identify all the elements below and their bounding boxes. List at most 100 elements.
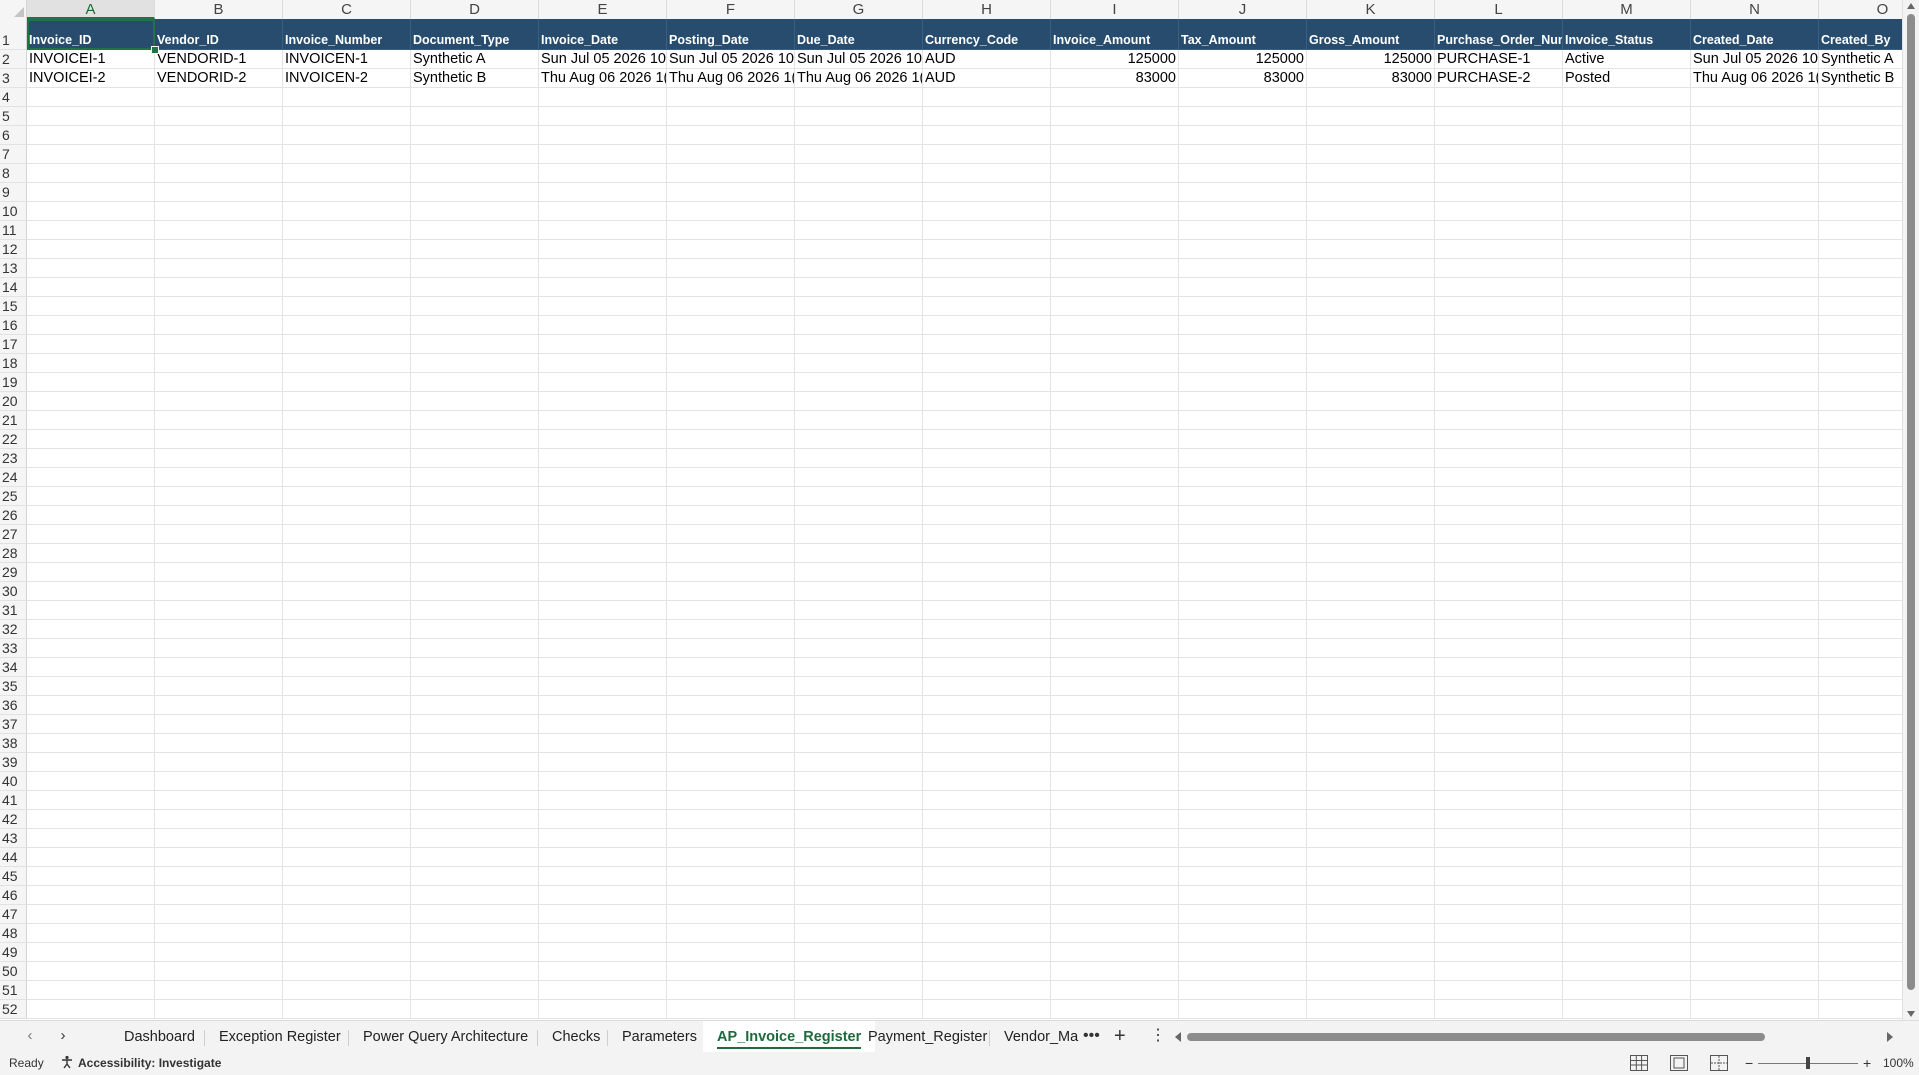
empty-cell[interactable] <box>155 449 283 468</box>
empty-cell[interactable] <box>1051 620 1179 639</box>
empty-cell[interactable] <box>1563 278 1691 297</box>
empty-cell[interactable] <box>1435 715 1563 734</box>
empty-cell[interactable] <box>155 601 283 620</box>
row-header-49[interactable]: 49 <box>0 943 27 962</box>
worksheet-grid[interactable]: ABCDEFGHIJKLMNO 1 2 3 4 5 6 7 8 9 10 11 12 13 14 15 16 1… <box>0 0 1903 1020</box>
data-cell[interactable]: VENDORID-2 <box>155 69 283 88</box>
empty-cell[interactable] <box>1179 430 1307 449</box>
row-header-47[interactable]: 47 <box>0 905 27 924</box>
empty-cell[interactable] <box>155 259 283 278</box>
empty-cell[interactable] <box>1435 107 1563 126</box>
empty-cell[interactable] <box>1051 905 1179 924</box>
empty-cell[interactable] <box>1307 411 1435 430</box>
column-header-a[interactable]: A <box>27 0 155 19</box>
empty-cell[interactable] <box>411 734 539 753</box>
empty-cell[interactable] <box>1435 430 1563 449</box>
empty-cell[interactable] <box>1563 164 1691 183</box>
empty-cell[interactable] <box>1435 905 1563 924</box>
empty-cell[interactable] <box>539 658 667 677</box>
empty-cell[interactable] <box>1819 107 1903 126</box>
sheet-tab-parameters[interactable]: Parameters <box>608 1021 711 1053</box>
empty-cell[interactable] <box>283 696 411 715</box>
empty-cell[interactable] <box>539 544 667 563</box>
empty-cell[interactable] <box>283 810 411 829</box>
empty-cell[interactable] <box>923 88 1051 107</box>
empty-cell[interactable] <box>1819 753 1903 772</box>
column-header-c[interactable]: C <box>283 0 411 19</box>
empty-cell[interactable] <box>1179 164 1307 183</box>
empty-cell[interactable] <box>1179 867 1307 886</box>
empty-cell[interactable] <box>155 753 283 772</box>
empty-cell[interactable] <box>155 848 283 867</box>
empty-cell[interactable] <box>1563 335 1691 354</box>
empty-cell[interactable] <box>1435 373 1563 392</box>
empty-cell[interactable] <box>1691 734 1819 753</box>
empty-cell[interactable] <box>1819 88 1903 107</box>
row-header-7[interactable]: 7 <box>0 145 27 164</box>
empty-cell[interactable] <box>667 506 795 525</box>
row-header-26[interactable]: 26 <box>0 506 27 525</box>
empty-cell[interactable] <box>1307 88 1435 107</box>
empty-cell[interactable] <box>1435 411 1563 430</box>
empty-cell[interactable] <box>1563 107 1691 126</box>
empty-cell[interactable] <box>411 430 539 449</box>
empty-cell[interactable] <box>155 297 283 316</box>
empty-cell[interactable] <box>155 639 283 658</box>
empty-cell[interactable] <box>923 164 1051 183</box>
empty-cell[interactable] <box>1819 715 1903 734</box>
empty-cell[interactable] <box>1179 1000 1307 1019</box>
row-header-3[interactable]: 3 <box>0 69 27 88</box>
empty-cell[interactable] <box>1179 354 1307 373</box>
empty-cell[interactable] <box>1307 525 1435 544</box>
empty-cell[interactable] <box>1179 107 1307 126</box>
empty-cell[interactable] <box>1819 183 1903 202</box>
empty-cell[interactable] <box>923 107 1051 126</box>
empty-cell[interactable] <box>411 962 539 981</box>
empty-cell[interactable] <box>795 506 923 525</box>
empty-cell[interactable] <box>667 1000 795 1019</box>
empty-cell[interactable] <box>155 164 283 183</box>
empty-cell[interactable] <box>1435 582 1563 601</box>
empty-cell[interactable] <box>1563 88 1691 107</box>
empty-cell[interactable] <box>283 658 411 677</box>
empty-cell[interactable] <box>1691 677 1819 696</box>
empty-cell[interactable] <box>539 715 667 734</box>
empty-cell[interactable] <box>1691 449 1819 468</box>
empty-cell[interactable] <box>283 373 411 392</box>
row-header-27[interactable]: 27 <box>0 525 27 544</box>
empty-cell[interactable] <box>539 373 667 392</box>
empty-cell[interactable] <box>1563 810 1691 829</box>
empty-cell[interactable] <box>283 791 411 810</box>
empty-cell[interactable] <box>1691 259 1819 278</box>
empty-cell[interactable] <box>27 164 155 183</box>
empty-cell[interactable] <box>667 696 795 715</box>
empty-cell[interactable] <box>1051 221 1179 240</box>
empty-cell[interactable] <box>923 411 1051 430</box>
row-header-23[interactable]: 23 <box>0 449 27 468</box>
empty-cell[interactable] <box>1691 88 1819 107</box>
empty-cell[interactable] <box>1691 639 1819 658</box>
empty-cell[interactable] <box>1819 487 1903 506</box>
column-header-n[interactable]: N <box>1691 0 1819 19</box>
empty-cell[interactable] <box>1819 563 1903 582</box>
empty-cell[interactable] <box>923 867 1051 886</box>
empty-cell[interactable] <box>155 981 283 1000</box>
empty-cell[interactable] <box>1307 981 1435 1000</box>
data-cell[interactable]: Synthetic A <box>411 50 539 69</box>
empty-cell[interactable] <box>667 848 795 867</box>
empty-cell[interactable] <box>667 202 795 221</box>
empty-cell[interactable] <box>1563 316 1691 335</box>
empty-cell[interactable] <box>539 829 667 848</box>
empty-cell[interactable] <box>1307 487 1435 506</box>
empty-cell[interactable] <box>795 696 923 715</box>
sheet-tab-dashboard[interactable]: Dashboard <box>110 1021 209 1053</box>
empty-cell[interactable] <box>923 791 1051 810</box>
empty-cell[interactable] <box>923 430 1051 449</box>
empty-cell[interactable] <box>1051 734 1179 753</box>
empty-cell[interactable] <box>283 468 411 487</box>
empty-cell[interactable] <box>795 449 923 468</box>
empty-cell[interactable] <box>411 715 539 734</box>
row-header-31[interactable]: 31 <box>0 601 27 620</box>
empty-cell[interactable] <box>795 601 923 620</box>
empty-cell[interactable] <box>795 107 923 126</box>
